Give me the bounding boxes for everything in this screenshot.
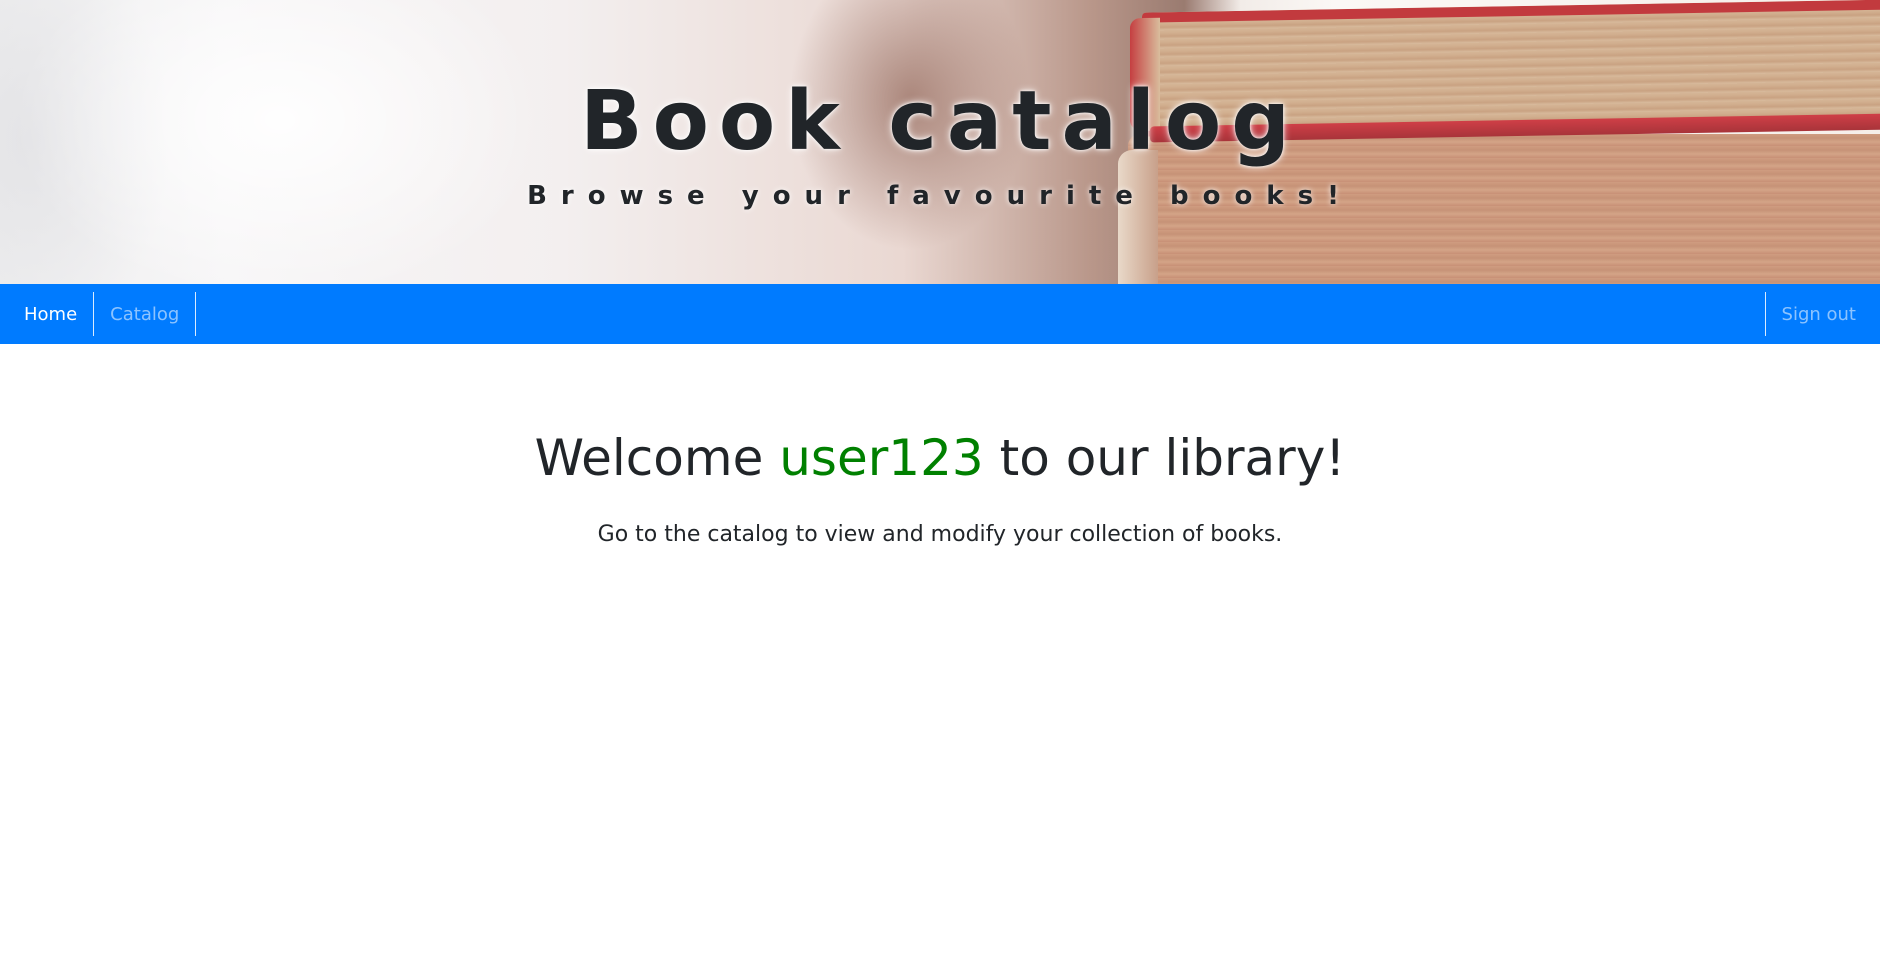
nav-home-link[interactable]: Home	[0, 292, 93, 336]
nav-signout-link[interactable]: Sign out	[1766, 292, 1880, 336]
app-root: Book catalog Browse your favourite books…	[0, 0, 1880, 970]
nav-catalog-link[interactable]: Catalog	[94, 292, 195, 336]
welcome-heading: Welcome user123 to our library!	[0, 426, 1880, 490]
main-content: Welcome user123 to our library! Go to th…	[0, 344, 1880, 550]
banner-subtitle: Browse your favourite books!	[527, 181, 1353, 211]
welcome-prefix: Welcome	[534, 429, 780, 487]
intro-text: Go to the catalog to view and modify you…	[597, 522, 1283, 547]
banner-title: Book catalog	[580, 74, 1300, 169]
header-banner: Book catalog Browse your favourite books…	[0, 0, 1880, 285]
username-highlight: user123	[779, 429, 984, 487]
welcome-suffix: to our library!	[983, 429, 1346, 487]
nav-divider	[195, 292, 197, 336]
main-navbar: Home Catalog Sign out	[0, 284, 1880, 344]
